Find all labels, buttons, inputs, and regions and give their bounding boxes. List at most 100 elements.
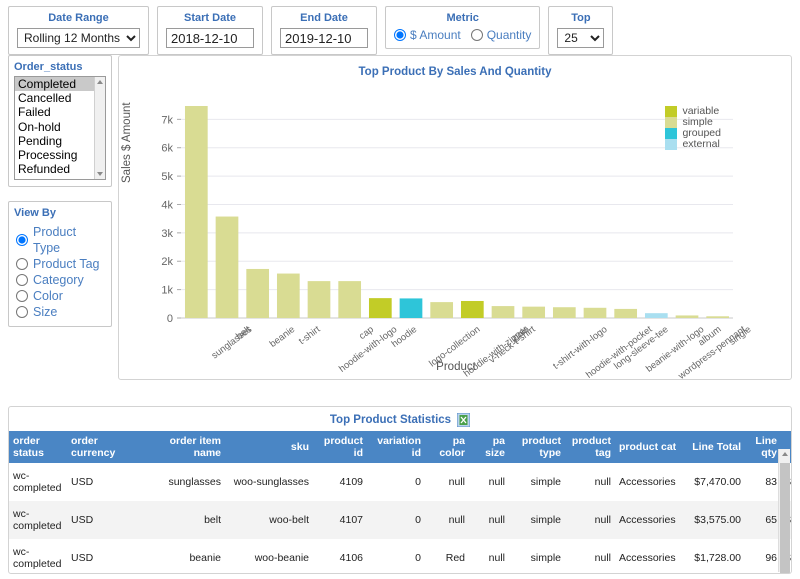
order-status-option-6[interactable]: Processing — [15, 148, 105, 162]
order-status-label: Order_status — [14, 60, 106, 74]
order-status-option-4[interactable]: On-hold — [15, 120, 105, 134]
table-header-product-tag[interactable]: product tag — [565, 431, 615, 463]
bar-v-neck-t-shirt[interactable] — [461, 301, 484, 318]
start-date-input[interactable] — [166, 28, 254, 48]
view-by-option-label: Product Type — [33, 224, 106, 256]
table-row[interactable]: wc-completedUSDbeltwoo-belt41070nullnull… — [9, 501, 792, 539]
table-header-pa-color[interactable]: pa color — [425, 431, 469, 463]
order-status-option-2[interactable]: Cancelled — [15, 91, 105, 105]
bar-polo[interactable] — [492, 306, 515, 318]
bar-hoodie-with-logo[interactable] — [308, 281, 331, 318]
table-header-sku[interactable]: sku — [225, 431, 313, 463]
table-cell-product-type: simple — [509, 501, 565, 539]
order-status-option-1[interactable]: Completed — [15, 77, 105, 91]
metric-radio-group[interactable]: $ Amount Quantity — [394, 28, 531, 42]
view-by-option-3[interactable]: Category — [16, 272, 106, 288]
order-status-option-3[interactable]: Failed — [15, 105, 105, 119]
bar-logo-collection[interactable] — [400, 298, 423, 318]
scroll-up-icon[interactable] — [97, 80, 103, 84]
date-range-select[interactable]: Rolling 12 MonthsRolling 6 MonthsRolling… — [17, 28, 140, 48]
metric-filter: Metric $ Amount Quantity — [385, 6, 540, 49]
table-header-row: order statusorder currencyorder item nam… — [9, 431, 792, 463]
end-date-input[interactable] — [280, 28, 368, 48]
bar-beanie[interactable] — [246, 269, 269, 318]
view-by-option-5[interactable]: Size — [16, 304, 106, 320]
table-cell-sku: woo-beanie — [225, 539, 313, 574]
table-cell-order-status: wc-completed — [9, 501, 67, 539]
table-cell-product-tag: null — [565, 539, 615, 574]
table-cell-product-cat: Accessories — [615, 463, 687, 501]
order-status-listbox[interactable]: CompletedCancelledFailedOn-holdPendingPr… — [14, 76, 106, 180]
view-by-option-label: Category — [33, 272, 84, 288]
view-by-radio-2[interactable] — [16, 258, 28, 270]
scroll-down-icon[interactable] — [97, 172, 103, 176]
view-by-option-2[interactable]: Product Tag — [16, 256, 106, 272]
table-cell-order-item-name: sunglasses — [137, 463, 225, 501]
order-status-scrollbar[interactable] — [94, 77, 105, 179]
order-status-option-7[interactable]: Refunded — [15, 162, 105, 176]
table-row[interactable]: wc-completedUSDsunglasseswoo-sunglasses4… — [9, 463, 792, 501]
metric-label: Metric — [394, 11, 531, 25]
bar-beanie-with-logo[interactable] — [614, 309, 637, 318]
metric-radio-1[interactable] — [394, 29, 406, 41]
bar-t-shirt[interactable] — [277, 274, 300, 318]
table-cell-line-qty: 65 — [745, 501, 781, 539]
table-header-variation-id[interactable]: variation id — [367, 431, 425, 463]
bar-hoodie[interactable] — [369, 298, 392, 318]
table-title-row: Top Product Statistics — [9, 407, 791, 431]
bar-long-sleeve-tee[interactable] — [584, 308, 607, 318]
view-by-radio-5[interactable] — [16, 306, 28, 318]
table-header-line-total[interactable]: Line Total — [687, 431, 745, 463]
view-by-radio-1[interactable] — [16, 234, 28, 246]
metric-option-1[interactable]: $ Amount — [394, 28, 461, 42]
table-scrollbar[interactable] — [778, 449, 790, 572]
table-cell-variation-id: 0 — [367, 463, 425, 501]
table-cell-sku: woo-sunglasses — [225, 463, 313, 501]
table-header-order-currency[interactable]: order currency — [67, 431, 137, 463]
table-scroll-thumb[interactable] — [780, 463, 790, 574]
table-row[interactable]: wc-completedUSDbeaniewoo-beanie41060Redn… — [9, 539, 792, 574]
table-header-line-qty[interactable]: Line qty — [745, 431, 781, 463]
top-select[interactable]: 5102550100 — [557, 28, 604, 48]
table-cell-pa-size: null — [469, 539, 509, 574]
bar-sunglasses[interactable] — [185, 106, 208, 318]
excel-export-icon[interactable] — [457, 413, 470, 427]
table-cell-product-type: simple — [509, 463, 565, 501]
legend-item-4[interactable]: external — [665, 139, 721, 150]
bar-belt[interactable] — [216, 217, 239, 318]
bar-hoodie-with-pocket[interactable] — [553, 307, 576, 318]
bar-hoodie-with-zipper[interactable] — [430, 302, 453, 318]
table-cell-pa-size: null — [469, 463, 509, 501]
y-tick-label: 3k — [161, 228, 173, 240]
bar-single[interactable] — [706, 316, 729, 318]
bar-t-shirt-with-logo[interactable] — [522, 307, 545, 318]
table-header-order-item-name[interactable]: order item name — [137, 431, 225, 463]
table-cell-product-id: 4107 — [313, 501, 367, 539]
table-header-pa-size[interactable]: pa size — [469, 431, 509, 463]
table-header-product-cat[interactable]: product cat — [615, 431, 687, 463]
date-range-filter: Date Range Rolling 12 MonthsRolling 6 Mo… — [8, 6, 149, 55]
table-cell-product-id: 4109 — [313, 463, 367, 501]
table-cell-product-tag: null — [565, 463, 615, 501]
bar-wordpress-pennant[interactable] — [645, 313, 668, 318]
table-header-product-type[interactable]: product type — [509, 431, 565, 463]
report-page: Date Range Rolling 12 MonthsRolling 6 Mo… — [0, 0, 800, 579]
end-date-filter: End Date — [271, 6, 377, 55]
table-header-product-id[interactable]: product id — [313, 431, 367, 463]
metric-radio-2[interactable] — [471, 29, 483, 41]
bar-album[interactable] — [676, 315, 699, 318]
bar-cap[interactable] — [338, 281, 361, 318]
metric-option-label: $ Amount — [410, 28, 461, 42]
view-by-radio-4[interactable] — [16, 290, 28, 302]
view-by-radio-group[interactable]: Product TypeProduct TagCategoryColorSize — [14, 222, 106, 320]
view-by-option-label: Size — [33, 304, 57, 320]
metric-option-2[interactable]: Quantity — [471, 28, 532, 42]
view-by-option-1[interactable]: Product Type — [16, 224, 106, 256]
table-scroll-up-icon[interactable] — [782, 452, 788, 456]
order-status-option-5[interactable]: Pending — [15, 134, 105, 148]
statistics-table: order statusorder currencyorder item nam… — [9, 431, 792, 574]
view-by-option-4[interactable]: Color — [16, 288, 106, 304]
view-by-radio-3[interactable] — [16, 274, 28, 286]
table-header-order-status[interactable]: order status — [9, 431, 67, 463]
date-range-label: Date Range — [17, 11, 140, 25]
